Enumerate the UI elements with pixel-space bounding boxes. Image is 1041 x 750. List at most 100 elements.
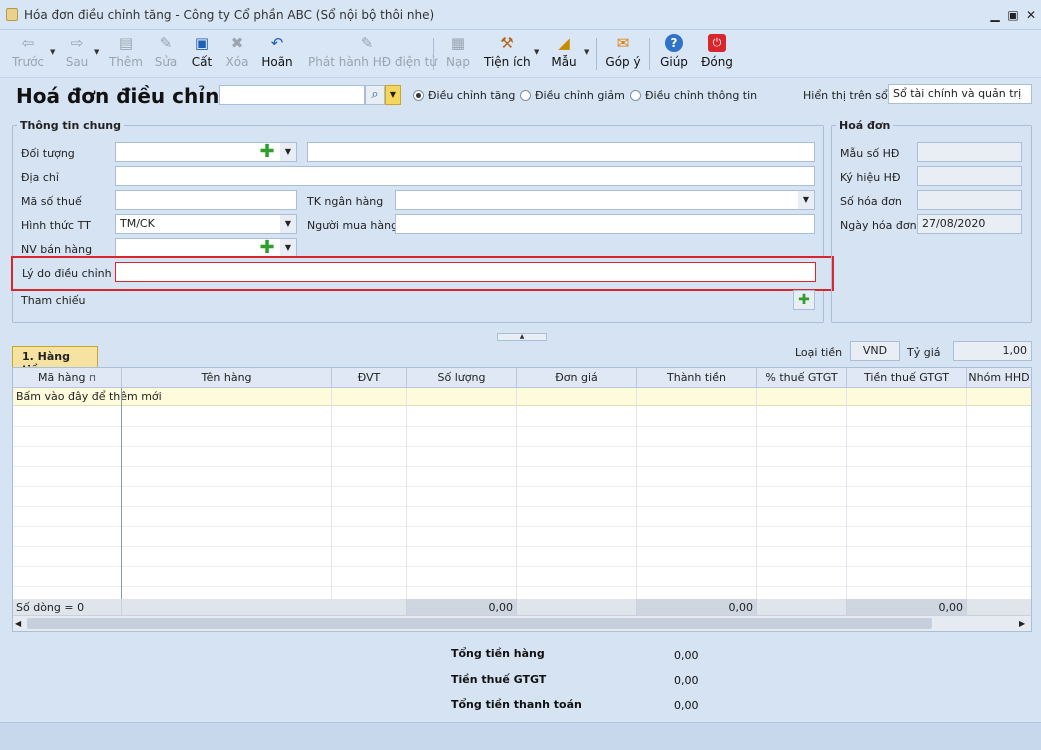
row-line (13, 586, 1031, 587)
row-line (13, 546, 1031, 547)
chevron-down-icon[interactable]: ▼ (280, 143, 296, 161)
currency-input[interactable]: VND (850, 341, 900, 361)
add-new-row[interactable]: Bấm vào đây để thêm mới (13, 388, 1031, 406)
maximize-icon[interactable]: ▣ (1004, 6, 1022, 24)
template-no-label: Mẫu số HĐ (840, 147, 900, 160)
column-header-unit-price[interactable]: Đơn giá (517, 368, 637, 388)
status-bar (0, 722, 1041, 750)
load-button[interactable]: ▦ Nạp (444, 30, 472, 78)
column-header-amount[interactable]: Thành tiền (637, 368, 757, 388)
column-header-quantity[interactable]: Số lượng (407, 368, 517, 388)
invoice-search-input[interactable] (219, 85, 365, 105)
template-no-input[interactable] (917, 142, 1022, 162)
chevron-down-icon[interactable]: ▼ (385, 85, 401, 105)
add-reference-icon[interactable]: ✚ (793, 290, 815, 310)
minimize-icon[interactable]: ▁ (986, 6, 1004, 24)
save-button[interactable]: ▣ Cất (188, 30, 216, 78)
close-button[interactable]: ⏻ Đóng (700, 30, 734, 78)
column-header-label: Nhóm HHD (968, 371, 1030, 384)
page-title: Hoá đơn điều chỉnh (16, 84, 234, 108)
column-header-group[interactable]: Nhóm HHD (967, 368, 1031, 388)
row-line (13, 566, 1031, 567)
delete-button[interactable]: ✖ Xóa (222, 30, 252, 78)
chevron-down-icon[interactable]: ▼ (798, 191, 814, 209)
tools-icon: ⚒ (500, 34, 514, 52)
column-line (516, 388, 517, 606)
chevron-down-icon[interactable]: ▼ (50, 48, 55, 56)
invoice-number-label: Số hóa đơn (840, 195, 902, 208)
search-icon[interactable]: ⌕ (365, 85, 385, 105)
total-payment-label: Tổng tiền thanh toán (451, 698, 582, 711)
bank-account-select[interactable] (395, 190, 815, 210)
address-input[interactable] (115, 166, 815, 186)
invoice-number-input[interactable] (917, 190, 1022, 210)
next-button[interactable]: ⇨ Sau (60, 30, 94, 78)
adjust-reason-input[interactable] (115, 262, 816, 282)
scroll-right-icon[interactable]: ▶ (1019, 616, 1025, 631)
toolbar-separator (649, 38, 650, 70)
chevron-down-icon[interactable]: ▼ (534, 48, 539, 56)
exchange-rate-input[interactable]: 1,00 (953, 341, 1032, 361)
tab-goods[interactable]: 1. Hàng tiền (12, 346, 98, 376)
collapse-panel-handle[interactable]: ▲ (497, 333, 547, 341)
object-name-input[interactable] (307, 142, 815, 162)
column-header-unit[interactable]: ĐVT (332, 368, 407, 388)
back-button[interactable]: ⇦ Trước (8, 30, 48, 78)
radio-decrease[interactable] (520, 90, 531, 101)
ledger-select[interactable]: Sổ tài chính và quản trị (888, 84, 1032, 104)
column-line (636, 388, 637, 606)
document-edit-icon: ✎ (159, 34, 173, 52)
template-button[interactable]: ◢ Mẫu (548, 30, 580, 78)
payment-method-label: Hình thức TT (21, 219, 91, 232)
help-button[interactable]: ? Giúp (658, 30, 690, 78)
scroll-left-icon[interactable]: ◀ (15, 616, 21, 631)
invoice-date-input[interactable]: 27/08/2020 (917, 214, 1022, 234)
symbol-input[interactable] (917, 166, 1022, 186)
horizontal-scrollbar[interactable]: ◀ ▶ (13, 615, 1031, 631)
add-object-icon[interactable]: ✚ (258, 143, 276, 161)
chevron-down-icon[interactable]: ▼ (280, 215, 296, 233)
total-goods-value: 0,00 (674, 649, 699, 662)
radio-info[interactable] (630, 90, 641, 101)
radio-info-label: Điều chỉnh thông tin (645, 89, 758, 102)
power-icon: ⏻ (708, 34, 726, 52)
chevron-down-icon[interactable]: ▼ (584, 48, 589, 56)
chevron-down-icon[interactable]: ▼ (94, 48, 99, 56)
title-bar: Hóa đơn điều chỉnh tăng - Công ty Cổ phầ… (0, 0, 1041, 30)
payment-method-select[interactable]: TM/CK (115, 214, 297, 234)
undo-button[interactable]: ↶ Hoãn (260, 30, 294, 78)
total-vat-value: 0,00 (674, 674, 699, 687)
general-info-title: Thông tin chung (17, 119, 125, 132)
add-salesperson-icon[interactable]: ✚ (258, 239, 276, 257)
bank-account-label: TK ngân hàng (307, 195, 384, 208)
total-vat-label: Tiền thuế GTGT (451, 673, 547, 686)
row-line (13, 426, 1031, 427)
column-header-label: Số lượng (437, 371, 486, 384)
chevron-down-icon[interactable]: ▼ (280, 239, 296, 257)
utilities-button[interactable]: ⚒ Tiện ích (484, 30, 531, 78)
publish-einvoice-button[interactable]: ✎ Phát hành HĐ điện tử (308, 30, 437, 78)
column-header-name[interactable]: Tên hàng (122, 368, 332, 388)
column-header-code[interactable]: Mã hàng ⊓ (13, 368, 122, 388)
symbol-label: Ký hiệu HĐ (840, 171, 901, 184)
tax-code-input[interactable] (115, 190, 297, 210)
column-header-vat-rate[interactable]: % thuế GTGT (757, 368, 847, 388)
radio-increase[interactable] (413, 90, 424, 101)
column-header-vat-amount[interactable]: Tiền thuế GTGT (847, 368, 967, 388)
close-window-icon[interactable]: ✕ (1022, 6, 1040, 24)
column-line (121, 388, 122, 606)
total-payment-value: 0,00 (674, 699, 699, 712)
pin-icon[interactable]: ⊓ (89, 374, 96, 384)
column-header-label: ĐVT (357, 371, 381, 384)
feedback-button[interactable]: ✉ Góp ý (604, 30, 642, 78)
app-icon (6, 8, 18, 21)
buyer-input[interactable] (395, 214, 815, 234)
column-header-label: Tên hàng (201, 371, 252, 384)
undo-icon: ↶ (270, 34, 284, 52)
add-button[interactable]: ▤ Thêm (108, 30, 144, 78)
scrollbar-thumb[interactable] (27, 618, 932, 629)
column-line (406, 388, 407, 606)
window-title: Hóa đơn điều chỉnh tăng - Công ty Cổ phầ… (24, 8, 435, 22)
row-line (13, 446, 1031, 447)
edit-button[interactable]: ✎ Sửa (152, 30, 180, 78)
